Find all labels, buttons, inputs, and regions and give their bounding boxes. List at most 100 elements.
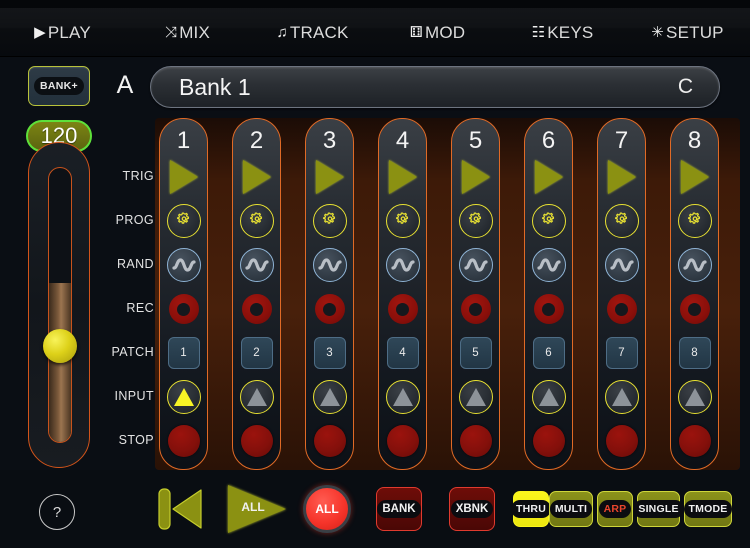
prog-button-track-1[interactable]	[160, 199, 207, 243]
rec-button-track-1[interactable]	[160, 287, 207, 331]
gear-icon	[604, 204, 639, 238]
bank-button[interactable]: BANK	[376, 487, 422, 531]
trig-button-track-6[interactable]	[525, 155, 572, 199]
nav-item-mod[interactable]: ⚅ MOD	[375, 0, 500, 60]
rand-button-track-1[interactable]	[160, 243, 207, 287]
stop-button-track-4[interactable]	[379, 419, 426, 463]
nav-item-mix[interactable]: ⤨ MIX	[125, 0, 250, 60]
nav-item-setup[interactable]: ✳ SETUP	[625, 0, 750, 60]
patch-button-track-1[interactable]: 1	[160, 331, 207, 375]
gear-icon	[531, 204, 566, 238]
mode-button-arp[interactable]: ARP	[597, 491, 633, 527]
patch-button-track-4[interactable]: 4	[379, 331, 426, 375]
mode-button-label: TMODE	[683, 500, 733, 518]
nav-item-keys[interactable]: ☷ KEYS	[500, 0, 625, 60]
input-button-track-3[interactable]	[306, 375, 353, 419]
rand-button-track-7[interactable]	[598, 243, 645, 287]
patch-button-track-8[interactable]: 8	[671, 331, 718, 375]
help-button[interactable]: ?	[39, 494, 75, 530]
input-button-track-5[interactable]	[452, 375, 499, 419]
mode-button-thru[interactable]: THRU	[511, 491, 551, 527]
patch-button-track-7[interactable]: 7	[598, 331, 645, 375]
input-button-track-8[interactable]	[671, 375, 718, 419]
track-column-2: 22	[232, 118, 281, 470]
gear-icon	[312, 204, 347, 238]
trig-button-track-3[interactable]	[306, 155, 353, 199]
prog-button-track-6[interactable]	[525, 199, 572, 243]
input-triangle-icon	[604, 380, 639, 414]
gear-icon	[458, 204, 493, 238]
rand-button-track-4[interactable]	[379, 243, 426, 287]
input-button-track-2[interactable]	[233, 375, 280, 419]
bank-button-label: BANK	[377, 500, 421, 518]
nav-item-track[interactable]: ♫ TRACK	[250, 0, 375, 60]
bank-plus-label: BANK+	[34, 77, 84, 95]
tempo-slider[interactable]	[28, 142, 90, 468]
patch-number-label: 6	[532, 337, 565, 369]
rand-button-track-3[interactable]	[306, 243, 353, 287]
stop-button-track-2[interactable]	[233, 419, 280, 463]
track-number: 4	[395, 127, 410, 154]
rand-button-track-5[interactable]	[452, 243, 499, 287]
stop-button-track-7[interactable]	[598, 419, 645, 463]
sine-wave-icon	[166, 248, 201, 282]
trig-button-track-8[interactable]	[671, 155, 718, 199]
trig-button-track-2[interactable]	[233, 155, 280, 199]
tempo-slider-knob[interactable]	[43, 329, 77, 363]
all-record-button[interactable]: ALL	[303, 485, 351, 533]
rand-button-track-8[interactable]	[671, 243, 718, 287]
prog-button-track-2[interactable]	[233, 199, 280, 243]
skip-back-button[interactable]	[156, 485, 204, 533]
sine-wave-icon	[458, 248, 493, 282]
input-button-track-4[interactable]	[379, 375, 426, 419]
stop-button-track-6[interactable]	[525, 419, 572, 463]
trig-button-track-4[interactable]	[379, 155, 426, 199]
rand-button-track-6[interactable]	[525, 243, 572, 287]
rec-button-track-6[interactable]	[525, 287, 572, 331]
stop-button-track-8[interactable]	[671, 419, 718, 463]
gear-icon	[166, 204, 201, 238]
input-triangle-icon	[312, 380, 347, 414]
mode-button-tmode[interactable]: TMODE	[683, 491, 733, 527]
gear-icon	[677, 204, 712, 238]
mode-button-multi[interactable]: MULTI	[549, 491, 593, 527]
prog-button-track-8[interactable]	[671, 199, 718, 243]
bank-plus-button[interactable]: BANK+	[28, 66, 90, 106]
patch-button-track-3[interactable]: 3	[306, 331, 353, 375]
xbnk-button[interactable]: XBNK	[449, 487, 495, 531]
prog-button-track-5[interactable]	[452, 199, 499, 243]
record-ring-icon	[460, 294, 491, 324]
sine-wave-icon	[312, 248, 347, 282]
input-button-track-1[interactable]	[160, 375, 207, 419]
prog-button-track-4[interactable]	[379, 199, 426, 243]
stop-button-track-3[interactable]	[306, 419, 353, 463]
stop-button-track-5[interactable]	[452, 419, 499, 463]
record-ring-icon	[387, 294, 418, 324]
play-triangle-icon	[388, 160, 417, 194]
patch-button-track-6[interactable]: 6	[525, 331, 572, 375]
rec-button-track-5[interactable]	[452, 287, 499, 331]
input-button-track-7[interactable]	[598, 375, 645, 419]
patch-button-track-2[interactable]: 2	[233, 331, 280, 375]
shuffle-icon: ⤨	[164, 23, 178, 41]
all-play-label: ALL	[241, 500, 265, 514]
prog-button-track-7[interactable]	[598, 199, 645, 243]
bank-name-field[interactable]: Bank 1 C	[150, 66, 720, 108]
nav-item-play[interactable]: ▶ PLAY	[0, 0, 125, 60]
input-button-track-6[interactable]	[525, 375, 572, 419]
rec-button-track-8[interactable]	[671, 287, 718, 331]
record-ring-icon	[168, 294, 199, 324]
rand-button-track-2[interactable]	[233, 243, 280, 287]
patch-button-track-5[interactable]: 5	[452, 331, 499, 375]
rec-button-track-3[interactable]	[306, 287, 353, 331]
rec-button-track-2[interactable]	[233, 287, 280, 331]
all-play-button[interactable]: ALL	[228, 485, 286, 533]
rec-button-track-7[interactable]	[598, 287, 645, 331]
trig-button-track-1[interactable]	[160, 155, 207, 199]
stop-button-track-1[interactable]	[160, 419, 207, 463]
trig-button-track-5[interactable]	[452, 155, 499, 199]
prog-button-track-3[interactable]	[306, 199, 353, 243]
trig-button-track-7[interactable]	[598, 155, 645, 199]
rec-button-track-4[interactable]	[379, 287, 426, 331]
mode-button-single[interactable]: SINGLE	[633, 491, 684, 527]
